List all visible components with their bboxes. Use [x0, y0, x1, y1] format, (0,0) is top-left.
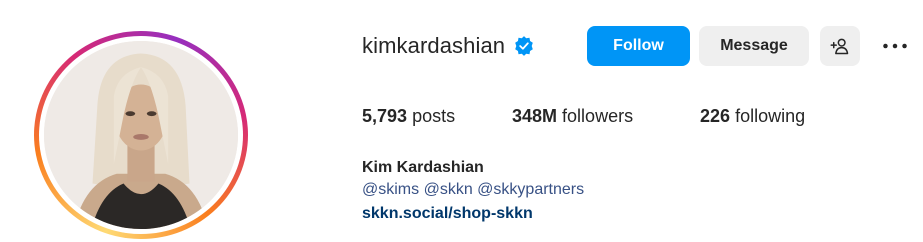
profile-header: kimkardashian — [362, 26, 535, 66]
profile-photo — [44, 41, 238, 229]
avatar[interactable] — [44, 41, 238, 229]
avatar-border — [39, 36, 243, 234]
mention-link[interactable]: @skims — [362, 181, 419, 198]
full-name: Kim Kardashian — [362, 159, 484, 176]
bio-mentions: @skims @skkn @skkypartners — [362, 181, 584, 199]
website-link[interactable]: skkn.social/shop-skkn — [362, 205, 533, 223]
follow-button[interactable]: Follow — [587, 26, 690, 66]
suggested-users-button[interactable] — [820, 26, 860, 66]
add-user-icon — [830, 38, 849, 55]
stat-followers[interactable]: 348M followers — [512, 106, 633, 127]
posts-label: posts — [412, 106, 456, 126]
story-ring[interactable] — [34, 31, 248, 239]
more-options-icon[interactable] — [880, 35, 910, 57]
mention-link[interactable]: @skkypartners — [477, 181, 584, 198]
following-count: 226 — [700, 106, 731, 126]
posts-count: 5,793 — [362, 106, 408, 126]
verified-badge-icon — [513, 35, 535, 57]
followers-label: followers — [562, 106, 634, 126]
mention-link[interactable]: @skkn — [424, 181, 473, 198]
following-label: following — [735, 106, 806, 126]
message-button[interactable]: Message — [699, 26, 809, 66]
username: kimkardashian — [362, 33, 506, 58]
stat-following[interactable]: 226 following — [700, 106, 805, 127]
followers-count: 348M — [512, 106, 558, 126]
stat-posts: 5,793 posts — [362, 106, 455, 127]
